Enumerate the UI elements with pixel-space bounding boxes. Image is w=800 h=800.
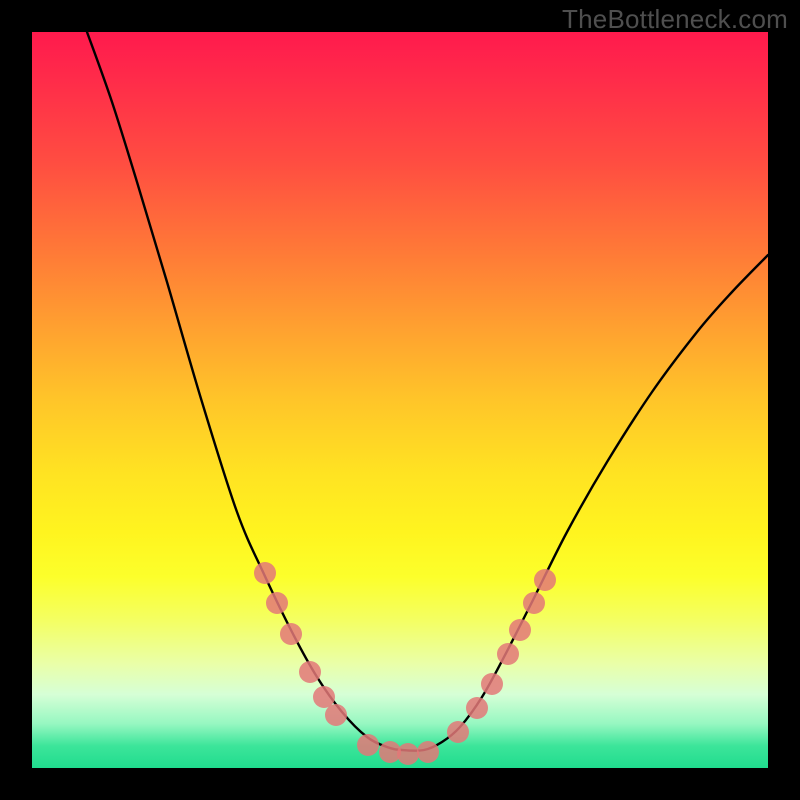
plot-area bbox=[32, 32, 768, 768]
curve-marker bbox=[509, 619, 531, 641]
curve-marker bbox=[313, 686, 335, 708]
curve-marker bbox=[523, 592, 545, 614]
curve-marker bbox=[397, 743, 419, 765]
curve-marker bbox=[534, 569, 556, 591]
curve-marker bbox=[280, 623, 302, 645]
curve-marker bbox=[466, 697, 488, 719]
curve-layer bbox=[32, 32, 768, 768]
curve-marker bbox=[417, 741, 439, 763]
bottleneck-curve bbox=[87, 32, 768, 751]
curve-marker bbox=[481, 673, 503, 695]
curve-marker bbox=[357, 734, 379, 756]
curve-marker bbox=[266, 592, 288, 614]
watermark-text: TheBottleneck.com bbox=[562, 4, 788, 35]
curve-marker bbox=[299, 661, 321, 683]
curve-marker bbox=[254, 562, 276, 584]
curve-marker bbox=[497, 643, 519, 665]
curve-markers bbox=[254, 562, 556, 765]
curve-marker bbox=[447, 721, 469, 743]
curve-marker bbox=[325, 704, 347, 726]
chart-frame: TheBottleneck.com bbox=[0, 0, 800, 800]
